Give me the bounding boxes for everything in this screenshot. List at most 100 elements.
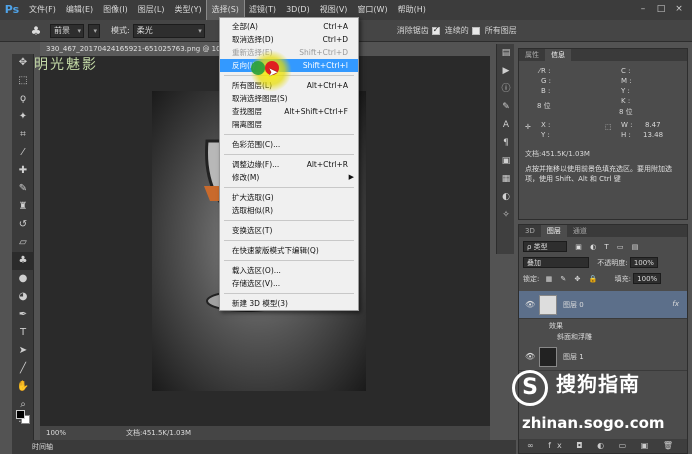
tab-layers[interactable]: 图层 [540, 225, 567, 237]
menu-item-label: 在快速蒙版模式下编辑(Q) [232, 246, 319, 255]
tab-channels[interactable]: 通道 [567, 225, 593, 237]
select-menu-item-8[interactable]: 隔离图层 [220, 118, 358, 131]
history-icon[interactable]: ▤ [497, 44, 515, 62]
eye-icon[interactable]: 👁 [525, 300, 535, 309]
styles-icon[interactable]: ✧ [497, 206, 515, 224]
layer-row-0[interactable]: 👁 图层 0 fx [519, 291, 687, 319]
select-menu-item-13[interactable]: 修改(M) ▶ [220, 171, 358, 184]
bit-depth-right: 8 位 [619, 108, 633, 116]
marquee-tool-icon[interactable]: ⬚ [12, 72, 34, 90]
submenu-arrow-icon: ▶ [348, 173, 354, 181]
menu-item-3[interactable]: 图层(L) [133, 0, 170, 20]
paint-bucket-tool-icon[interactable]: ♣ [22, 22, 50, 40]
select-menu-item-16[interactable]: 选取相似(R) [220, 204, 358, 217]
select-menu-item-18[interactable]: 变换选区(T) [220, 224, 358, 237]
select-menu-item-15[interactable]: 扩大选取(G) [220, 191, 358, 204]
lasso-tool-icon[interactable]: ϙ [12, 90, 34, 108]
select-menu-item-23[interactable]: 存储选区(V)... [220, 277, 358, 290]
select-menu-item-7[interactable]: 查找图层 Alt+Shift+Ctrl+F [220, 105, 358, 118]
history-brush-tool-icon[interactable]: ↺ [12, 216, 34, 234]
layer-filter-select[interactable]: ρ 类型 [523, 241, 567, 252]
select-menu-item-22[interactable]: 载入选区(O)... [220, 264, 358, 277]
info-doc-size: 文档:451.5K/1.03M [525, 150, 590, 158]
contiguous-checkbox[interactable] [431, 25, 440, 35]
menu-item-1[interactable]: 编辑(E) [61, 0, 98, 20]
layer-filter-icons[interactable]: ▣ ◐ T ▭ ▤ [575, 243, 641, 251]
brush-tool-icon[interactable]: ✎ [12, 180, 34, 198]
effects-label[interactable]: 效果 [549, 321, 563, 331]
clone-stamp-tool-icon[interactable]: ♜ [12, 198, 34, 216]
eye-icon[interactable]: 👁 [525, 352, 535, 361]
minimize-button[interactable]: – [636, 3, 650, 16]
layer-name[interactable]: 图层 1 [563, 352, 584, 362]
paragraph-icon[interactable]: ¶ [497, 134, 515, 152]
layer-name[interactable]: 图层 0 [563, 300, 584, 310]
mode-select[interactable]: 柔光 [132, 23, 205, 38]
pen-tool-icon[interactable]: ✒ [12, 306, 34, 324]
paint-bucket-tool-icon[interactable]: ♣ [12, 252, 34, 270]
menu-item-10[interactable]: 帮助(H) [393, 0, 431, 20]
menu-separator [224, 240, 354, 241]
foreground-color-swatch[interactable] [16, 410, 25, 419]
play-icon[interactable]: ▶ [497, 62, 515, 80]
layers-bottom-toolbar[interactable]: ∞ fx ◘ ◐ ▭ ▣ 🗑 [519, 439, 687, 453]
fill-input[interactable]: 100% [633, 273, 662, 284]
menu-item-label: 取消选择(D) [232, 35, 274, 44]
g-label: G : [541, 77, 552, 85]
select-menu-item-5[interactable]: 所有图层(L) Alt+Ctrl+A [220, 79, 358, 92]
move-tool-icon[interactable]: ✥ [12, 54, 34, 72]
select-menu-item-25[interactable]: 新建 3D 模型(3) [220, 297, 358, 310]
fill-source-select[interactable]: 前景 [50, 23, 84, 38]
menu-item-2[interactable]: 图像(I) [98, 0, 133, 20]
eyedropper-tool-icon[interactable]: ⁄ [12, 144, 34, 162]
select-menu-item-6[interactable]: 取消选择图层(S) [220, 92, 358, 105]
menu-item-4[interactable]: 类型(Y) [169, 0, 206, 20]
opacity-input[interactable]: 100% [629, 257, 658, 268]
crop-tool-icon[interactable]: ⌗ [12, 126, 34, 144]
menu-item-label: 变换选区(T) [232, 226, 273, 235]
menu-item-label: 载入选区(O)... [232, 266, 281, 275]
character-icon[interactable]: A [497, 116, 515, 134]
select-menu-item-1[interactable]: 取消选择(D) Ctrl+D [220, 33, 358, 46]
tab-properties[interactable]: 属性 [519, 49, 545, 61]
timeline-tab[interactable]: 时间轴 [12, 440, 516, 454]
all-layers-checkbox[interactable] [471, 26, 480, 35]
hand-tool-icon[interactable]: ✋ [12, 378, 34, 396]
swatches-icon[interactable]: ▦ [497, 170, 515, 188]
fx-badge[interactable]: fx [672, 300, 679, 308]
m-label: M : [621, 77, 632, 85]
mode-label: 模式: [111, 26, 130, 35]
pattern-select[interactable] [88, 23, 100, 38]
color-swatches[interactable] [16, 410, 30, 424]
layer-comps-icon[interactable]: ▣ [497, 152, 515, 170]
maximize-button[interactable]: □ [654, 3, 668, 16]
tools-panel: ✥ ⬚ ϙ ✦ ⌗ ⁄ ✚ ✎ ♜ ↺ ▱ ♣ ● ◕ ✒ T ➤ ╱ ✋ ⌕ … [12, 54, 34, 446]
blur-tool-icon[interactable]: ● [12, 270, 34, 288]
menu-item-0[interactable]: 文件(F) [24, 0, 61, 20]
type-tool-icon[interactable]: T [12, 324, 34, 342]
line-tool-icon[interactable]: ╱ [12, 360, 34, 378]
magic-wand-tool-icon[interactable]: ✦ [12, 108, 34, 126]
brush-preset-icon[interactable]: ✎ [497, 98, 515, 116]
adjustments-icon[interactable]: ◐ [497, 188, 515, 206]
select-menu-item-3[interactable]: 反向(I) Shift+Ctrl+I [220, 59, 358, 72]
lock-icons[interactable]: ▦ ✎ ✥ 🔒 [546, 275, 601, 283]
select-menu-item-20[interactable]: 在快速蒙版模式下编辑(Q) [220, 244, 358, 257]
dodge-tool-icon[interactable]: ◕ [12, 288, 34, 306]
tab-info[interactable]: 信息 [545, 49, 571, 61]
select-menu-item-10[interactable]: 色彩范围(C)... [220, 138, 358, 151]
blend-mode-select[interactable]: 叠加 [523, 257, 589, 268]
bevel-emboss-effect[interactable]: 斜面和浮雕 [557, 332, 592, 342]
tab-3d[interactable]: 3D [519, 225, 541, 237]
close-button[interactable]: × [672, 3, 686, 16]
w-value: 8.47 [645, 121, 661, 129]
select-menu-item-0[interactable]: 全部(A) Ctrl+A [220, 20, 358, 33]
r-label: R : [541, 67, 551, 75]
cursor-left-click-indicator [251, 61, 265, 75]
eraser-tool-icon[interactable]: ▱ [12, 234, 34, 252]
info-icon[interactable]: ⓘ [497, 80, 515, 98]
healing-brush-tool-icon[interactable]: ✚ [12, 162, 34, 180]
path-selection-tool-icon[interactable]: ➤ [12, 342, 34, 360]
select-menu-item-12[interactable]: 调整边缘(F)... Alt+Ctrl+R [220, 158, 358, 171]
zoom-level[interactable]: 100% [46, 426, 66, 440]
